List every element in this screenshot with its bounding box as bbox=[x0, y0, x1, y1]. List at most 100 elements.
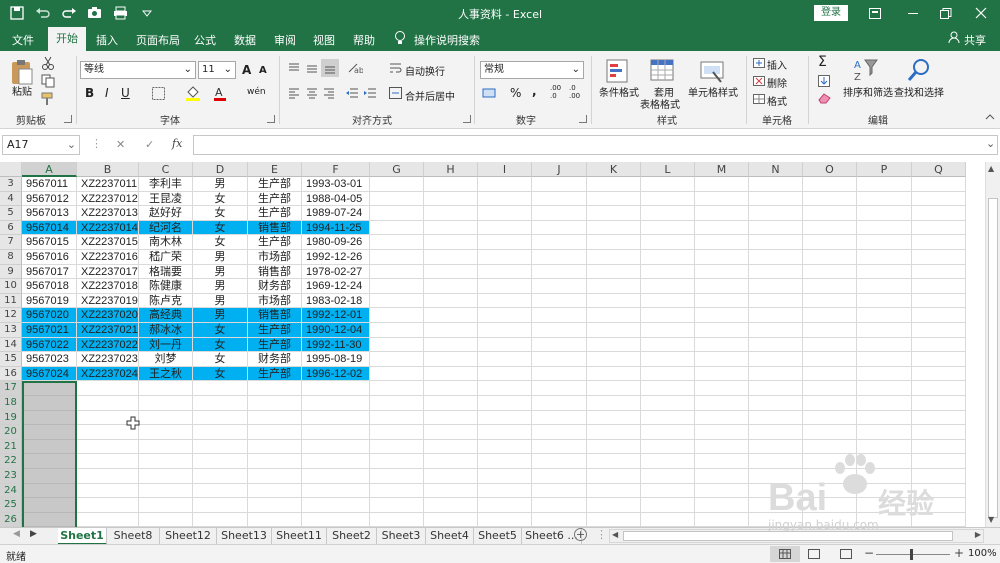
cell-date[interactable]: 1990-12-04 bbox=[302, 323, 370, 338]
select-all-corner[interactable] bbox=[0, 162, 22, 177]
empty-cell[interactable] bbox=[641, 512, 695, 527]
empty-cell[interactable] bbox=[587, 352, 641, 367]
expand-formula-bar-icon[interactable]: ⌄ bbox=[986, 137, 995, 150]
zoom-slider-thumb[interactable] bbox=[910, 549, 913, 560]
empty-cell[interactable] bbox=[139, 454, 193, 469]
empty-cell[interactable] bbox=[587, 469, 641, 484]
grow-font-button[interactable]: A bbox=[242, 63, 251, 77]
scroll-right-icon[interactable]: ▶ bbox=[975, 530, 981, 539]
empty-cell[interactable] bbox=[857, 235, 912, 250]
empty-cell[interactable] bbox=[803, 410, 857, 426]
empty-cell[interactable] bbox=[532, 206, 587, 221]
vertical-scroll-thumb[interactable] bbox=[988, 198, 998, 518]
empty-cell[interactable] bbox=[749, 308, 803, 323]
cell-dept[interactable]: 生产部 bbox=[248, 337, 302, 353]
cell-name[interactable]: 王之秋 bbox=[139, 366, 193, 382]
vertical-scrollbar[interactable]: ▲ ▼ bbox=[985, 162, 1000, 527]
selected-cell[interactable] bbox=[22, 396, 77, 411]
scroll-tabs-right-icon[interactable]: ▶ bbox=[30, 529, 37, 539]
empty-cell[interactable] bbox=[803, 396, 857, 411]
cell-name[interactable]: 刘一丹 bbox=[139, 337, 193, 353]
empty-cell[interactable] bbox=[370, 293, 424, 309]
empty-cell[interactable] bbox=[641, 469, 695, 484]
empty-cell[interactable] bbox=[695, 454, 749, 469]
empty-cell[interactable] bbox=[641, 410, 695, 426]
column-header[interactable]: F bbox=[302, 162, 370, 177]
sort-filter-icon[interactable]: AZ bbox=[852, 56, 880, 84]
cell-sex[interactable]: 女 bbox=[193, 366, 248, 382]
empty-cell[interactable] bbox=[532, 323, 587, 338]
empty-cell[interactable] bbox=[193, 469, 248, 484]
empty-cell[interactable] bbox=[302, 498, 370, 513]
column-header[interactable]: Q bbox=[912, 162, 966, 177]
empty-cell[interactable] bbox=[424, 279, 478, 294]
empty-cell[interactable] bbox=[857, 396, 912, 411]
horizontal-scroll-thumb[interactable] bbox=[623, 531, 953, 541]
cell-dept[interactable]: 财务部 bbox=[248, 352, 302, 367]
row-header[interactable]: 5 bbox=[0, 206, 22, 221]
empty-cell[interactable] bbox=[587, 308, 641, 323]
cell-date[interactable]: 1993-03-01 bbox=[302, 177, 370, 192]
cell-id[interactable]: 9567016 bbox=[22, 250, 77, 265]
empty-cell[interactable] bbox=[641, 352, 695, 367]
empty-cell[interactable] bbox=[370, 483, 424, 499]
empty-cell[interactable] bbox=[248, 498, 302, 513]
percent-button[interactable]: % bbox=[510, 86, 521, 100]
empty-cell[interactable] bbox=[695, 425, 749, 440]
empty-cell[interactable] bbox=[587, 250, 641, 265]
empty-cell[interactable] bbox=[803, 220, 857, 236]
empty-cell[interactable] bbox=[641, 206, 695, 221]
empty-cell[interactable] bbox=[478, 381, 532, 396]
cell-code[interactable]: XZ2237021 bbox=[77, 323, 139, 338]
cell-id[interactable]: 9567019 bbox=[22, 293, 77, 309]
row-header[interactable]: 6 bbox=[0, 220, 22, 236]
empty-cell[interactable] bbox=[857, 337, 912, 353]
empty-cell[interactable] bbox=[641, 191, 695, 207]
cut-icon[interactable] bbox=[40, 55, 56, 71]
merge-center-icon[interactable] bbox=[388, 86, 402, 100]
cell-id[interactable]: 9567014 bbox=[22, 220, 77, 236]
empty-cell[interactable] bbox=[803, 483, 857, 499]
selected-cell[interactable] bbox=[22, 381, 77, 396]
empty-cell[interactable] bbox=[695, 206, 749, 221]
empty-cell[interactable] bbox=[139, 381, 193, 396]
normal-view-button[interactable] bbox=[770, 546, 800, 562]
empty-cell[interactable] bbox=[695, 235, 749, 250]
empty-cell[interactable] bbox=[587, 498, 641, 513]
empty-cell[interactable] bbox=[803, 454, 857, 469]
page-break-view-icon[interactable] bbox=[840, 549, 852, 559]
zoom-level[interactable]: 100% bbox=[968, 548, 997, 559]
empty-cell[interactable] bbox=[912, 308, 966, 323]
cell-dept[interactable]: 生产部 bbox=[248, 177, 302, 192]
format-cells-icon[interactable] bbox=[752, 93, 766, 105]
empty-cell[interactable] bbox=[532, 469, 587, 484]
empty-cell[interactable] bbox=[803, 308, 857, 323]
cell-sex[interactable]: 女 bbox=[193, 206, 248, 221]
row-header[interactable]: 17 bbox=[0, 381, 22, 396]
empty-cell[interactable] bbox=[857, 439, 912, 455]
cell-date[interactable]: 1989-07-24 bbox=[302, 206, 370, 221]
cell-id[interactable]: 9567018 bbox=[22, 279, 77, 294]
empty-cell[interactable] bbox=[139, 469, 193, 484]
empty-cell[interactable] bbox=[424, 293, 478, 309]
empty-cell[interactable] bbox=[248, 381, 302, 396]
align-bottom-icon[interactable] bbox=[321, 59, 339, 77]
column-header[interactable]: P bbox=[857, 162, 912, 177]
empty-cell[interactable] bbox=[857, 206, 912, 221]
empty-cell[interactable] bbox=[749, 366, 803, 382]
empty-cell[interactable] bbox=[478, 235, 532, 250]
conditional-formatting-button[interactable]: 条件格式 bbox=[599, 84, 639, 99]
decrease-decimal-button[interactable]: .0 .00 bbox=[569, 84, 585, 100]
scroll-up-icon[interactable]: ▲ bbox=[988, 164, 994, 173]
empty-cell[interactable] bbox=[424, 206, 478, 221]
cell-id[interactable]: 9567023 bbox=[22, 352, 77, 367]
empty-cell[interactable] bbox=[587, 512, 641, 527]
empty-cell[interactable] bbox=[912, 498, 966, 513]
empty-cell[interactable] bbox=[587, 366, 641, 382]
share-button[interactable]: 共享 bbox=[964, 32, 986, 48]
empty-cell[interactable] bbox=[248, 512, 302, 527]
empty-cell[interactable] bbox=[912, 337, 966, 353]
empty-cell[interactable] bbox=[803, 191, 857, 207]
bold-button[interactable]: B bbox=[85, 86, 94, 100]
worksheet-grid[interactable]: A B C D E F G H I J K L M N O P Q 3 9567011 XZ2237011 李利丰男生产… bbox=[0, 162, 985, 527]
